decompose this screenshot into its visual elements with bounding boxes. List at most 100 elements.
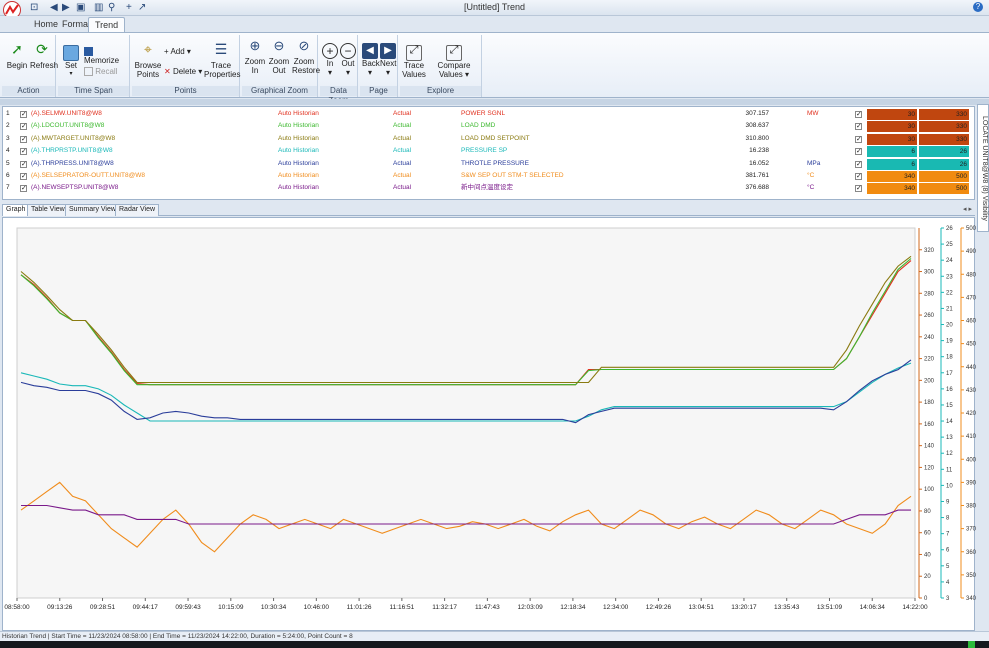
visible-checkbox[interactable] [20, 159, 27, 171]
group-label-points: Points [132, 86, 239, 96]
x-tick-label: 11:32:17 [432, 604, 457, 611]
tag-name[interactable]: (A).THRPRESS.UNIT8@W8 [31, 158, 114, 170]
zoom-in-button[interactable]: ⊕ Zoom In [244, 39, 266, 75]
trend-chart[interactable]: 08:58:00 09:13:26 09:28:51 09:44:17 09:59:43… [2, 217, 977, 632]
set-button[interactable]: Set ▾ [60, 45, 82, 79]
tag-value: 381.761 [745, 172, 770, 179]
browse-points-button[interactable]: ⌖ Browse Points [134, 42, 162, 79]
tag-row[interactable]: 4 (A).THRPRSTP.UNIT8@W8 Auto Historian Actu… [3, 145, 974, 158]
next-button[interactable]: ▶ Next ▾ [380, 43, 396, 77]
recall-button[interactable]: Recall [84, 67, 117, 77]
data-zoom-out-button[interactable]: − Out ▾ [340, 43, 356, 77]
tag-description: PRESSURE SP [461, 147, 508, 155]
tag-name[interactable]: (A).LDCOUT.UNIT8@W8 [31, 120, 104, 132]
y-tick-label: 400 [966, 457, 976, 463]
memorize-button[interactable]: Memorize [84, 47, 129, 65]
tab-summary-view[interactable]: Summary View [65, 204, 120, 216]
tab-radar-view[interactable]: Radar View [115, 204, 160, 216]
tag-name[interactable]: (A).NEWSEPTSP.UNIT8@W8 [31, 182, 118, 194]
scale-checkbox[interactable] [855, 171, 862, 183]
side-visibility-label[interactable]: LOCATE UNIT8@W8 (8) Visibility [977, 104, 989, 232]
y-tick-label: 450 [966, 342, 976, 348]
tag-name[interactable]: (A).THRPRSTP.UNIT8@W8 [31, 145, 113, 157]
tab-trend[interactable]: Trend [88, 17, 126, 32]
x-tick-label: 12:34:00 [603, 604, 629, 611]
back-button[interactable]: ◀ Back ▾ [362, 43, 380, 77]
scale-min[interactable]: 6 [867, 146, 917, 158]
scale-max[interactable]: 330 [919, 109, 969, 120]
scale-max[interactable]: 500 [919, 171, 969, 182]
scale-max[interactable]: 330 [919, 133, 969, 145]
scale-checkbox[interactable] [855, 183, 862, 195]
trace-values-button[interactable]: ⤢ Trace Values [402, 45, 426, 80]
scale-min[interactable]: 30 [867, 133, 917, 145]
data-zoom-in-button[interactable]: + In ▾ [322, 43, 338, 77]
y-tick-label: 100 [924, 487, 935, 493]
y-tick-label: 60 [924, 531, 931, 537]
visible-checkbox[interactable] [20, 134, 27, 146]
scale-checkbox[interactable] [855, 121, 862, 133]
scale-min[interactable]: 30 [867, 121, 917, 133]
zoom-restore-button[interactable]: ⊘ Zoom Restore [292, 39, 320, 75]
tab-graph[interactable]: Graph [2, 204, 30, 216]
back-icon: ◀ [362, 43, 378, 59]
tab-scroll-icon[interactable]: ◂ ▸ [963, 205, 972, 213]
y-tick-label: 240 [924, 335, 935, 341]
tag-name[interactable]: (A).SELMW.UNIT8@W8 [31, 108, 102, 120]
tag-row[interactable]: 5 (A).THRPRESS.UNIT8@W8 Auto Historian Actu… [3, 158, 974, 171]
y-tick-label: 420 [966, 411, 976, 417]
trend-chart-svg[interactable]: 08:58:00 09:13:26 09:28:51 09:44:17 09:59:43… [3, 218, 976, 632]
zoom-out-button[interactable]: ⊖ Zoom Out [268, 38, 290, 75]
y-tick-label: 8 [946, 516, 950, 522]
tag-value: 308.637 [745, 122, 770, 130]
begin-button[interactable]: ➚ Begin [6, 42, 28, 70]
scale-checkbox[interactable] [855, 109, 862, 121]
tag-row[interactable]: 3 (A).MWTARGET.UNIT8@W8 Auto Historian Actu… [3, 133, 974, 146]
y-tick-label: 460 [966, 319, 976, 325]
visible-checkbox[interactable] [20, 121, 27, 133]
scale-max[interactable]: 26 [919, 146, 969, 158]
x-tick-label: 09:13:26 [47, 604, 73, 611]
refresh-button[interactable]: ⟳ Refresh [30, 42, 58, 70]
tag-description: POWER SGNL [461, 110, 506, 117]
help-icon[interactable]: ? [973, 2, 983, 12]
tag-row[interactable]: 2 (A).LDCOUT.UNIT8@W8 Auto Historian Actual… [3, 120, 974, 133]
visible-checkbox[interactable] [20, 183, 27, 195]
group-label-explore: Explore [400, 86, 481, 96]
tag-row-number: 7 [6, 184, 10, 192]
x-tick-label: 11:01:26 [347, 604, 372, 611]
scale-max[interactable]: 500 [919, 183, 969, 195]
scale-min[interactable]: 340 [867, 183, 917, 195]
scale-min[interactable]: 30 [867, 109, 917, 120]
taskbar-strip [0, 641, 989, 648]
delete-button[interactable]: ✕ Delete ▾ [164, 67, 202, 76]
visible-checkbox[interactable] [20, 146, 27, 158]
tag-name[interactable]: (A).MWTARGET.UNIT8@W8 [31, 133, 115, 145]
recall-icon [84, 67, 93, 77]
y-tick-label: 360 [966, 550, 976, 556]
tag-row[interactable]: 1 (A).SELMW.UNIT8@W8 Auto Historian Actual P… [3, 108, 974, 121]
tab-table-view[interactable]: Table View [27, 204, 69, 216]
x-tick-label: 14:06:34 [860, 604, 886, 611]
trace-values-icon: ⤢ [406, 45, 422, 61]
compare-values-button[interactable]: ⤢ Compare Values ▾ [428, 45, 480, 80]
y-tick-label: 7 [946, 532, 950, 538]
tag-source: Auto Historian [278, 134, 319, 142]
trace-properties-button[interactable]: ☰ Trace Properties [204, 42, 240, 79]
tag-row[interactable]: 7 (A).NEWSEPTSP.UNIT8@W8 Auto Historian Act… [3, 182, 974, 195]
scale-min[interactable]: 6 [867, 158, 917, 170]
scale-max[interactable]: 26 [919, 158, 969, 170]
tag-name[interactable]: (A).SELSEPRATOR-OUTT.UNIT8@W8 [31, 170, 145, 182]
y-tick-label: 25 [946, 242, 953, 248]
scale-checkbox[interactable] [855, 159, 862, 171]
scale-min[interactable]: 340 [867, 171, 917, 182]
add-button[interactable]: + Add ▾ [164, 47, 191, 56]
y-tick-label: 80 [924, 509, 931, 515]
scale-checkbox[interactable] [855, 146, 862, 158]
visible-checkbox[interactable] [20, 109, 27, 121]
visible-checkbox[interactable] [20, 171, 27, 183]
zoom-out-icon: ⊖ [273, 38, 285, 53]
scale-checkbox[interactable] [855, 134, 862, 146]
scale-max[interactable]: 330 [919, 121, 969, 133]
tag-row[interactable]: 6 (A).SELSEPRATOR-OUTT.UNIT8@W8 Auto Histo… [3, 170, 974, 183]
